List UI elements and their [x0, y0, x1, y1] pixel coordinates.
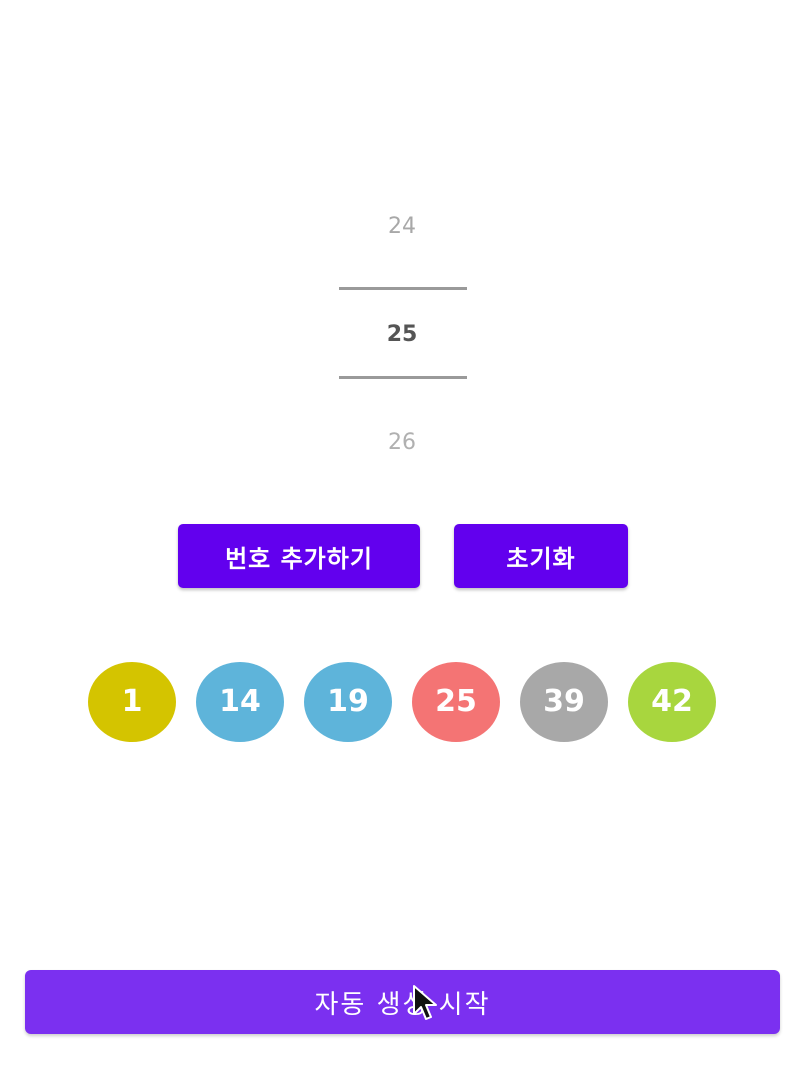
number-ball-2: 14: [196, 662, 284, 742]
number-ball-5: 39: [520, 662, 608, 742]
picker-current-value[interactable]: 25: [302, 321, 502, 349]
picker-bottom-divider: [339, 376, 467, 379]
picker-top-divider: [339, 287, 467, 290]
auto-generate-button[interactable]: 자동 생성 시작: [25, 970, 780, 1034]
number-ball-3: 19: [304, 662, 392, 742]
number-ball-6: 42: [628, 662, 716, 742]
selected-numbers: 1 14 19 25 39 42: [88, 662, 728, 744]
number-ball-4: 25: [412, 662, 500, 742]
number-ball-1: 1: [88, 662, 176, 742]
mouse-pointer-icon: [413, 985, 437, 1020]
picker-prev-value[interactable]: 24: [302, 213, 502, 241]
picker-next-value[interactable]: 26: [302, 429, 502, 457]
reset-button[interactable]: 초기화: [454, 524, 628, 588]
add-number-button[interactable]: 번호 추가하기: [178, 524, 420, 588]
number-picker[interactable]: 24 25 26: [302, 200, 502, 475]
